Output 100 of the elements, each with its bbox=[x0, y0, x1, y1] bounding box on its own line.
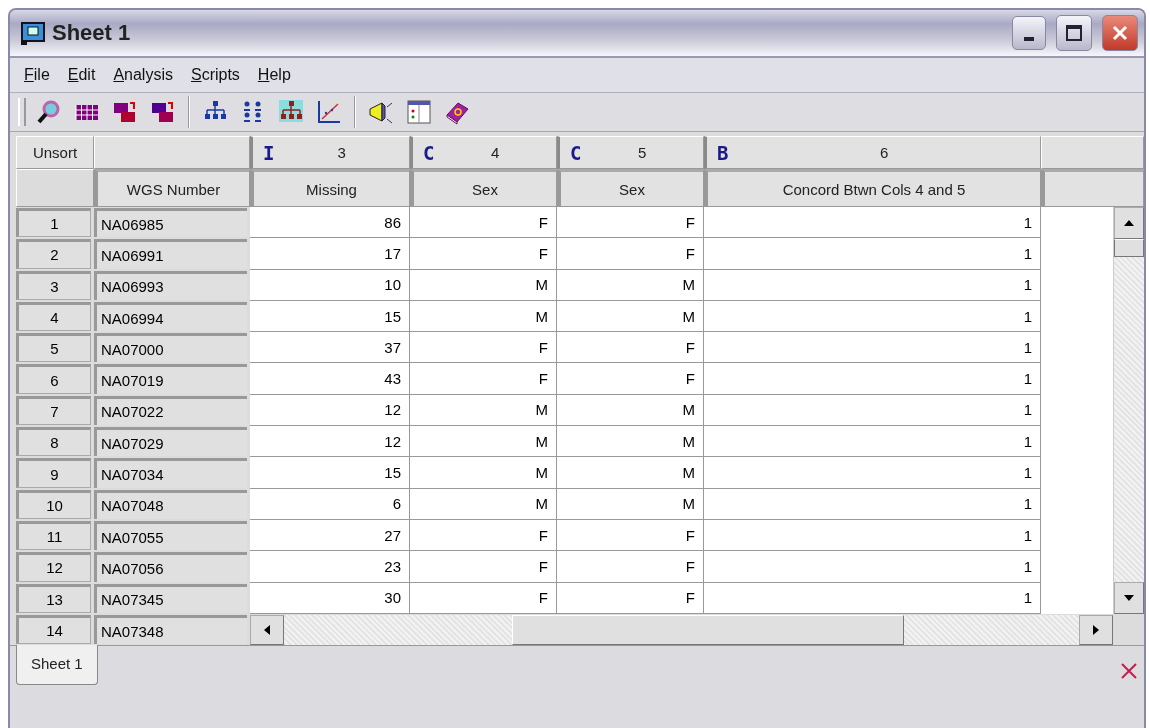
id-cell: NA07048 bbox=[94, 489, 247, 519]
id-cell: NA07019 bbox=[94, 364, 247, 394]
table-cell: 1 bbox=[704, 457, 1041, 489]
table-cell: F bbox=[557, 332, 704, 364]
search-icon[interactable] bbox=[36, 99, 62, 125]
table-cell: M bbox=[557, 300, 704, 333]
scroll-left-icon[interactable] bbox=[262, 624, 272, 636]
table-cell: F bbox=[410, 551, 557, 583]
column-header[interactable]: C 5 bbox=[557, 136, 704, 169]
scroll-right-icon[interactable] bbox=[1091, 624, 1101, 636]
table-cell: 1 bbox=[704, 582, 1041, 614]
column-header: WGS Number bbox=[94, 169, 250, 207]
column-number: 6 bbox=[879, 144, 890, 161]
row-header[interactable]: 2 bbox=[16, 239, 91, 269]
column-header[interactable]: Sex bbox=[557, 169, 704, 207]
table-cell: F bbox=[410, 332, 557, 364]
table-cell: M bbox=[557, 457, 704, 489]
table-cell: M bbox=[410, 426, 557, 458]
row-header[interactable]: 13 bbox=[16, 583, 91, 613]
table-cell: 43 bbox=[250, 363, 410, 395]
table-cell: 1 bbox=[704, 519, 1041, 552]
table-cell: 1 bbox=[704, 426, 1041, 458]
id-cell: NA07056 bbox=[94, 552, 247, 582]
maximize-button[interactable] bbox=[1056, 15, 1092, 51]
table-cell: F bbox=[410, 363, 557, 395]
vertical-scrollbar[interactable] bbox=[1113, 207, 1144, 614]
table-cell: F bbox=[410, 238, 557, 270]
scrollbar-thumb[interactable] bbox=[1114, 239, 1144, 257]
table-arrow-icon[interactable] bbox=[112, 99, 138, 125]
menu-item[interactable]: Analysis bbox=[113, 66, 173, 84]
menu-item[interactable]: Edit bbox=[67, 66, 96, 84]
table-cell: 15 bbox=[250, 300, 410, 333]
sheet-tab[interactable]: Sheet 1 bbox=[16, 645, 98, 686]
column-header[interactable]: Concord Btwn Cols 4 and 5 bbox=[704, 169, 1041, 207]
row-header[interactable]: 14 bbox=[16, 614, 91, 645]
table-cell: 37 bbox=[250, 332, 410, 364]
scroll-up-icon[interactable] bbox=[1123, 218, 1135, 228]
table-cell: 12 bbox=[250, 426, 410, 458]
row-header[interactable]: 10 bbox=[16, 489, 91, 519]
id-cell: NA06991 bbox=[94, 239, 247, 269]
table-cell: M bbox=[557, 394, 704, 427]
row-header[interactable]: 7 bbox=[16, 395, 91, 426]
close-button[interactable] bbox=[1102, 15, 1138, 51]
table-cell: 30 bbox=[250, 582, 410, 614]
row-header[interactable]: 4 bbox=[16, 301, 91, 332]
megaphone-icon[interactable] bbox=[368, 99, 394, 125]
menu-item[interactable]: Help bbox=[257, 66, 291, 84]
column-header[interactable]: Missing bbox=[250, 169, 410, 207]
menu-item[interactable]: Scripts bbox=[190, 66, 240, 84]
column-header[interactable]: B 6 bbox=[704, 136, 1041, 169]
table-cell: 27 bbox=[250, 519, 410, 552]
table-cell: 12 bbox=[250, 394, 410, 427]
table-cell: F bbox=[557, 238, 704, 270]
table-cell: 10 bbox=[250, 269, 410, 301]
column-header[interactable]: C 4 bbox=[410, 136, 557, 169]
table-cell: 1 bbox=[704, 238, 1041, 270]
row-header[interactable]: 8 bbox=[16, 427, 91, 457]
toolbar-grip[interactable] bbox=[18, 98, 26, 126]
column-header[interactable]: Sex bbox=[410, 169, 557, 207]
id-cell: NA06985 bbox=[94, 208, 247, 238]
minimize-button[interactable] bbox=[1012, 16, 1046, 50]
app-icon bbox=[20, 20, 46, 46]
table-cell: F bbox=[410, 582, 557, 614]
table-cell: 1 bbox=[704, 300, 1041, 333]
form-icon[interactable] bbox=[406, 99, 432, 125]
close-icon[interactable] bbox=[1120, 662, 1138, 681]
table-cell: 17 bbox=[250, 238, 410, 270]
id-cell: NA06994 bbox=[94, 301, 247, 332]
table-cell: 15 bbox=[250, 457, 410, 489]
table-cell: M bbox=[410, 457, 557, 489]
hierarchy-icon[interactable] bbox=[278, 99, 304, 125]
table-cell: 1 bbox=[704, 551, 1041, 583]
row-header[interactable]: 1 bbox=[16, 208, 91, 238]
menu-item[interactable]: File bbox=[24, 66, 50, 84]
table-cell: F bbox=[557, 519, 704, 552]
close-icon bbox=[1111, 24, 1129, 42]
scrollbar-thumb[interactable] bbox=[512, 614, 904, 646]
column-type-label: C bbox=[423, 141, 435, 164]
scatter-chart-icon[interactable] bbox=[316, 99, 342, 125]
table-cell: F bbox=[410, 519, 557, 552]
table-cell: 1 bbox=[704, 363, 1041, 395]
row-header[interactable]: 3 bbox=[16, 270, 91, 300]
table-cell: 1 bbox=[704, 269, 1041, 301]
window-title: Sheet 1 bbox=[52, 20, 132, 46]
column-number: 4 bbox=[490, 144, 501, 161]
row-header[interactable]: 11 bbox=[16, 520, 91, 551]
row-header[interactable]: 9 bbox=[16, 458, 91, 488]
row-header[interactable]: 12 bbox=[16, 552, 91, 582]
sort-button[interactable]: Unsort bbox=[16, 136, 94, 169]
table-cell: 1 bbox=[704, 207, 1041, 239]
table-cell: 1 bbox=[704, 394, 1041, 427]
table-cell: F bbox=[557, 551, 704, 583]
horizontal-scrollbar[interactable] bbox=[250, 614, 1113, 646]
scroll-down-icon[interactable] bbox=[1123, 592, 1135, 603]
table-cell: 1 bbox=[704, 332, 1041, 364]
column-number: 3 bbox=[336, 144, 347, 161]
row-header[interactable]: 5 bbox=[16, 333, 91, 363]
row-header[interactable]: 6 bbox=[16, 364, 91, 394]
column-header[interactable]: I 3 bbox=[250, 136, 410, 169]
table-arrow-icon[interactable] bbox=[150, 99, 176, 125]
